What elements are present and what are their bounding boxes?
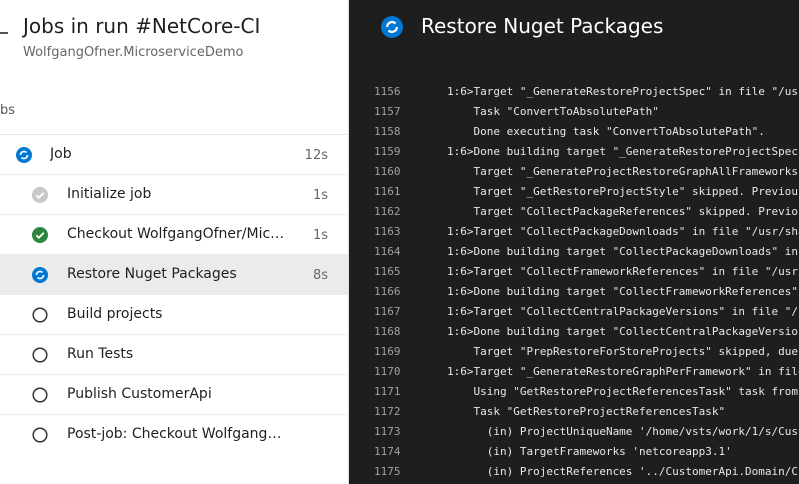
line-text: 1:6>Target "CollectFrameworkReferences" …	[447, 265, 799, 278]
pending-circle-icon	[32, 347, 48, 363]
line-number: 1174	[374, 445, 401, 458]
step-row[interactable]: Publish CustomerApi	[0, 374, 348, 414]
line-text: Task "GetRestoreProjectReferencesTask"	[447, 405, 726, 418]
step-label: Initialize job	[67, 186, 152, 202]
jobs-panel: Jobs in run #NetCore-CI WolfgangOfner.Mi…	[0, 0, 349, 484]
line-text: Target "_GenerateProjectRestoreGraphAllF…	[473, 165, 799, 178]
line-text: Target "CollectPackageReferences" skippe…	[473, 205, 799, 218]
log-title: Restore Nuget Packages	[421, 14, 664, 38]
line-number: 1161	[374, 185, 401, 198]
pipeline-name: WolfgangOfner.MicroserviceDemo	[23, 45, 244, 60]
line-text: 1:6>Done building target "_GenerateResto…	[447, 145, 799, 158]
line-number: 1159	[374, 145, 401, 158]
line-text: Using "GetRestoreProjectReferencesTask" …	[473, 385, 798, 398]
line-number: 1165	[374, 265, 401, 278]
step-duration: 1s	[312, 228, 328, 243]
step-row[interactable]: Initialize job 1s	[0, 174, 348, 214]
log-line: 1175 (in) ProjectReferences '../Customer…	[349, 462, 799, 482]
log-line: 1169 Target "PrepRestoreForStoreProjects…	[349, 342, 799, 362]
line-text: (in) ProjectReferences '../CustomerApi.D…	[486, 465, 799, 478]
log-line: 1157 Task "ConvertToAbsolutePath"	[349, 102, 799, 122]
line-text: 1:6>Done building target "CollectCentral…	[447, 325, 799, 338]
line-text: 1:6>Target "CollectCentralPackageVersion…	[447, 305, 799, 318]
back-arrow-icon[interactable]	[0, 32, 8, 34]
step-label: Build projects	[67, 306, 163, 322]
line-text: 1:6>Done building target "CollectPackage…	[447, 245, 798, 258]
step-row[interactable]: Run Tests	[0, 334, 348, 374]
line-number: 1167	[374, 305, 401, 318]
line-text: Task "ConvertToAbsolutePath"	[447, 105, 659, 118]
run-title: Jobs in run #NetCore-CI	[23, 14, 261, 38]
step-row[interactable]: Checkout WolfgangOfner/Micros... 1s	[0, 214, 348, 254]
log-line: 1159 1:6>Done building target "_GenerateR…	[349, 142, 799, 162]
log-line: 1158 Done executing task "ConvertToAbsol…	[349, 122, 799, 142]
line-number: 1158	[374, 125, 401, 138]
log-line: 1160 Target "_GenerateProjectRestoreGrap…	[349, 162, 799, 182]
line-text: (in) TargetFrameworks 'netcoreapp3.1'	[447, 445, 732, 458]
line-number: 1168	[374, 325, 401, 338]
step-label: Checkout WolfgangOfner/Micros...	[67, 226, 287, 242]
line-text: 1:6>Done building target "CollectFramewo…	[447, 285, 798, 298]
line-number: 1163	[374, 225, 401, 238]
line-number: 1157	[374, 105, 401, 118]
line-number: 1170	[374, 365, 401, 378]
line-text: Target "_GetRestoreProjectStyle" skipped…	[473, 185, 799, 198]
step-row[interactable]: Post-job: Checkout WolfgangOfner/...	[0, 414, 348, 454]
log-line: 1172 Task "GetRestoreProjectReferencesTa…	[349, 402, 799, 422]
line-number: 1172	[374, 405, 401, 418]
line-number: 1162	[374, 205, 401, 218]
line-number: 1173	[374, 425, 401, 438]
section-label: bs	[0, 103, 16, 118]
pending-circle-icon	[32, 307, 48, 323]
log-line: 1161 Target "_GetRestoreProjectStyle" sk…	[349, 182, 799, 202]
log-output[interactable]: 1156 1:6>Target "_GenerateRestoreProjectS…	[349, 82, 799, 482]
job-duration: 12s	[304, 148, 328, 163]
log-line: 1174 (in) TargetFrameworks 'netcoreapp3.…	[349, 442, 799, 462]
running-icon	[381, 16, 403, 38]
line-text: Done executing task "ConvertToAbsolutePa…	[447, 125, 765, 138]
pending-circle-icon	[32, 427, 48, 443]
step-label: Run Tests	[67, 346, 134, 362]
job-label: Job	[50, 146, 72, 162]
log-line: 1170 1:6>Target "_GenerateRestoreGraphPer…	[349, 362, 799, 382]
skipped-check-icon	[32, 187, 48, 203]
log-line: 1162 Target "CollectPackageReferences" s…	[349, 202, 799, 222]
log-panel: Restore Nuget Packages 1156 1:6>Target "_…	[349, 0, 799, 484]
line-text: (in) ProjectUniqueName '/home/vsts/work/…	[486, 425, 799, 438]
log-line: 1164 1:6>Done building target "CollectPac…	[349, 242, 799, 262]
step-row[interactable]: Restore Nuget Packages 8s	[0, 254, 348, 294]
job-list: Job 12s Initialize job 1s Checkout Wolfgan…	[0, 134, 348, 454]
step-row[interactable]: Build projects	[0, 294, 348, 334]
check-circle-icon	[32, 227, 48, 243]
line-number: 1164	[374, 245, 401, 258]
log-line: 1163 1:6>Target "CollectPackageDownloads"…	[349, 222, 799, 242]
pending-circle-icon	[32, 387, 48, 403]
log-line: 1166 1:6>Done building target "CollectFra…	[349, 282, 799, 302]
step-label: Publish CustomerApi	[67, 386, 212, 402]
line-text: 1:6>Target "CollectPackageDownloads" in …	[447, 225, 799, 238]
log-line: 1171 Using "GetRestoreProjectReferencesT…	[349, 382, 799, 402]
line-number: 1160	[374, 165, 401, 178]
line-number: 1156	[374, 85, 401, 98]
job-row[interactable]: Job 12s	[0, 134, 348, 174]
step-label: Restore Nuget Packages	[67, 266, 237, 282]
step-duration: 1s	[312, 188, 328, 203]
line-number: 1169	[374, 345, 401, 358]
running-icon	[16, 147, 32, 163]
log-line: 1165 1:6>Target "CollectFrameworkReferenc…	[349, 262, 799, 282]
line-text: 1:6>Target "_GenerateRestoreProjectSpec"…	[447, 85, 799, 98]
running-icon	[32, 267, 48, 283]
line-number: 1166	[374, 285, 401, 298]
line-text: 1:6>Target "_GenerateRestoreGraphPerFram…	[447, 365, 799, 378]
step-label: Post-job: Checkout WolfgangOfner/...	[67, 426, 287, 442]
line-number: 1171	[374, 385, 401, 398]
log-line: 1168 1:6>Done building target "CollectCen…	[349, 322, 799, 342]
log-line: 1173 (in) ProjectUniqueName '/home/vsts/…	[349, 422, 799, 442]
log-line: 1156 1:6>Target "_GenerateRestoreProjectS…	[349, 82, 799, 102]
step-duration: 8s	[312, 268, 328, 283]
line-number: 1175	[374, 465, 401, 478]
line-text: Target "PrepRestoreForStoreProjects" ski…	[473, 345, 798, 358]
log-line: 1167 1:6>Target "CollectCentralPackageVer…	[349, 302, 799, 322]
